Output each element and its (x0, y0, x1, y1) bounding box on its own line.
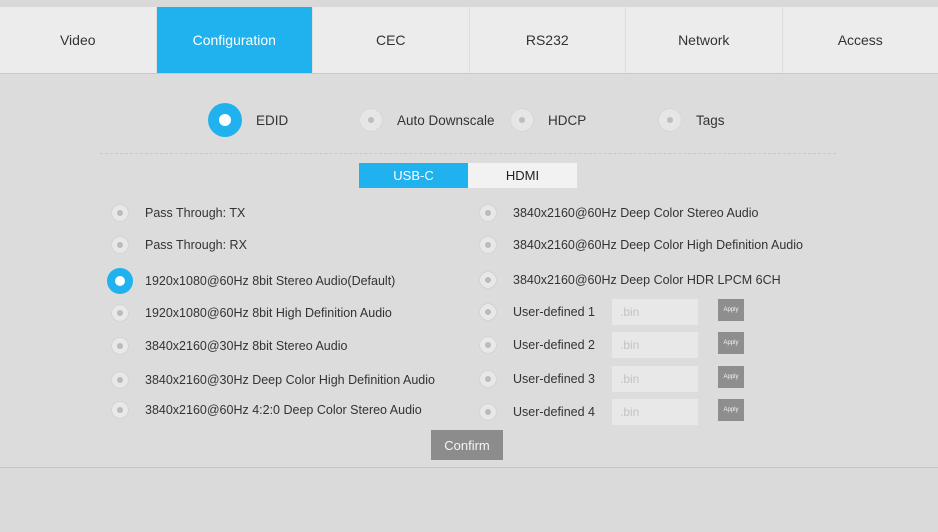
section-divider (100, 153, 836, 154)
radio-unselected-icon (479, 403, 497, 421)
radio-unselected-icon (111, 236, 129, 254)
edid-option-user-defined-2[interactable]: User-defined 2 (479, 336, 595, 354)
edid-option-label: Pass Through: RX (145, 238, 247, 252)
user-defined-label: User-defined 3 (513, 372, 595, 386)
mode-label-hdcp: HDCP (548, 113, 586, 128)
radio-unselected-icon (359, 108, 383, 132)
edid-option-label: 3840x2160@60Hz 4:2:0 Deep Color Stereo A… (145, 403, 422, 417)
radio-unselected-icon (111, 371, 129, 389)
tab-access[interactable]: Access (783, 7, 938, 73)
edid-option-1080p60-hd-audio[interactable]: 1920x1080@60Hz 8bit High Definition Audi… (111, 304, 392, 322)
tab-rs232[interactable]: RS232 (470, 7, 627, 73)
edid-option-user-defined-4[interactable]: User-defined 4 (479, 403, 595, 421)
edid-option-label: 3840x2160@60Hz Deep Color HDR LPCM 6CH (513, 273, 781, 287)
user-defined-4-file-input[interactable] (612, 399, 698, 425)
edid-option-2160p60-deep-color-stereo[interactable]: 3840x2160@60Hz Deep Color Stereo Audio (479, 204, 759, 222)
edid-option-1080p60-stereo-default[interactable]: 1920x1080@60Hz 8bit Stereo Audio(Default… (111, 268, 395, 294)
source-toggle: USB-C HDMI (359, 163, 577, 188)
radio-unselected-icon (479, 204, 497, 222)
radio-unselected-icon (479, 336, 497, 354)
mode-label-edid: EDID (256, 113, 288, 128)
user-defined-label: User-defined 2 (513, 338, 595, 352)
radio-unselected-icon (658, 108, 682, 132)
edid-option-2160p60-420-stereo[interactable]: 3840x2160@60Hz 4:2:0 Deep Color Stereo A… (111, 401, 422, 419)
mode-radio-edid[interactable]: EDID (208, 103, 288, 137)
source-option-hdmi[interactable]: HDMI (468, 163, 577, 188)
tab-cec[interactable]: CEC (313, 7, 470, 73)
radio-unselected-icon (479, 271, 497, 289)
user-defined-2-file-input[interactable] (612, 332, 698, 358)
radio-selected-icon (107, 268, 133, 294)
user-defined-1-apply-button[interactable]: Apply (718, 299, 744, 321)
mode-label-auto-downscale: Auto Downscale (397, 113, 495, 128)
edid-option-label: 1920x1080@60Hz 8bit High Definition Audi… (145, 306, 392, 320)
configuration-panel: EDID Auto Downscale HDCP Tags USB-C HDMI… (0, 74, 938, 467)
radio-selected-icon (208, 103, 242, 137)
user-defined-1-file-input[interactable] (612, 299, 698, 325)
edid-option-label: 3840x2160@60Hz Deep Color Stereo Audio (513, 206, 759, 220)
edid-option-2160p30-stereo[interactable]: 3840x2160@30Hz 8bit Stereo Audio (111, 337, 347, 355)
tab-video[interactable]: Video (0, 7, 157, 73)
edid-option-2160p60-deep-color-hd-audio[interactable]: 3840x2160@60Hz Deep Color High Definitio… (479, 236, 803, 254)
user-defined-2-apply-button[interactable]: Apply (718, 332, 744, 354)
radio-unselected-icon (111, 304, 129, 322)
edid-option-2160p30-deep-color-hd-audio[interactable]: 3840x2160@30Hz Deep Color High Definitio… (111, 371, 435, 389)
radio-unselected-icon (111, 204, 129, 222)
mode-radio-auto-downscale[interactable]: Auto Downscale (359, 108, 495, 132)
footer-area (0, 467, 938, 532)
radio-unselected-icon (510, 108, 534, 132)
tab-network[interactable]: Network (626, 7, 783, 73)
edid-option-label: 3840x2160@60Hz Deep Color High Definitio… (513, 238, 803, 252)
user-defined-label: User-defined 1 (513, 305, 595, 319)
radio-unselected-icon (111, 401, 129, 419)
edid-option-label: Pass Through: TX (145, 206, 245, 220)
user-defined-label: User-defined 4 (513, 405, 595, 419)
radio-unselected-icon (479, 236, 497, 254)
edid-option-label: 3840x2160@30Hz Deep Color High Definitio… (145, 373, 435, 387)
mode-radio-tags[interactable]: Tags (658, 108, 725, 132)
user-defined-3-apply-button[interactable]: Apply (718, 366, 744, 388)
edid-option-2160p60-hdr-lpcm-6ch[interactable]: 3840x2160@60Hz Deep Color HDR LPCM 6CH (479, 271, 781, 289)
user-defined-4-apply-button[interactable]: Apply (718, 399, 744, 421)
edid-option-pass-through-rx[interactable]: Pass Through: RX (111, 236, 247, 254)
main-tab-bar: Video Configuration CEC RS232 Network Ac… (0, 7, 938, 74)
confirm-button[interactable]: Confirm (431, 430, 503, 460)
mode-radio-hdcp[interactable]: HDCP (510, 108, 586, 132)
mode-label-tags: Tags (696, 113, 725, 128)
radio-unselected-icon (479, 370, 497, 388)
user-defined-3-file-input[interactable] (612, 366, 698, 392)
radio-unselected-icon (479, 303, 497, 321)
edid-option-user-defined-1[interactable]: User-defined 1 (479, 303, 595, 321)
edid-option-pass-through-tx[interactable]: Pass Through: TX (111, 204, 245, 222)
edid-option-user-defined-3[interactable]: User-defined 3 (479, 370, 595, 388)
source-option-usb-c[interactable]: USB-C (359, 163, 468, 188)
edid-option-label: 1920x1080@60Hz 8bit Stereo Audio(Default… (145, 274, 395, 288)
radio-unselected-icon (111, 337, 129, 355)
tab-configuration[interactable]: Configuration (157, 7, 314, 73)
edid-option-label: 3840x2160@30Hz 8bit Stereo Audio (145, 339, 347, 353)
